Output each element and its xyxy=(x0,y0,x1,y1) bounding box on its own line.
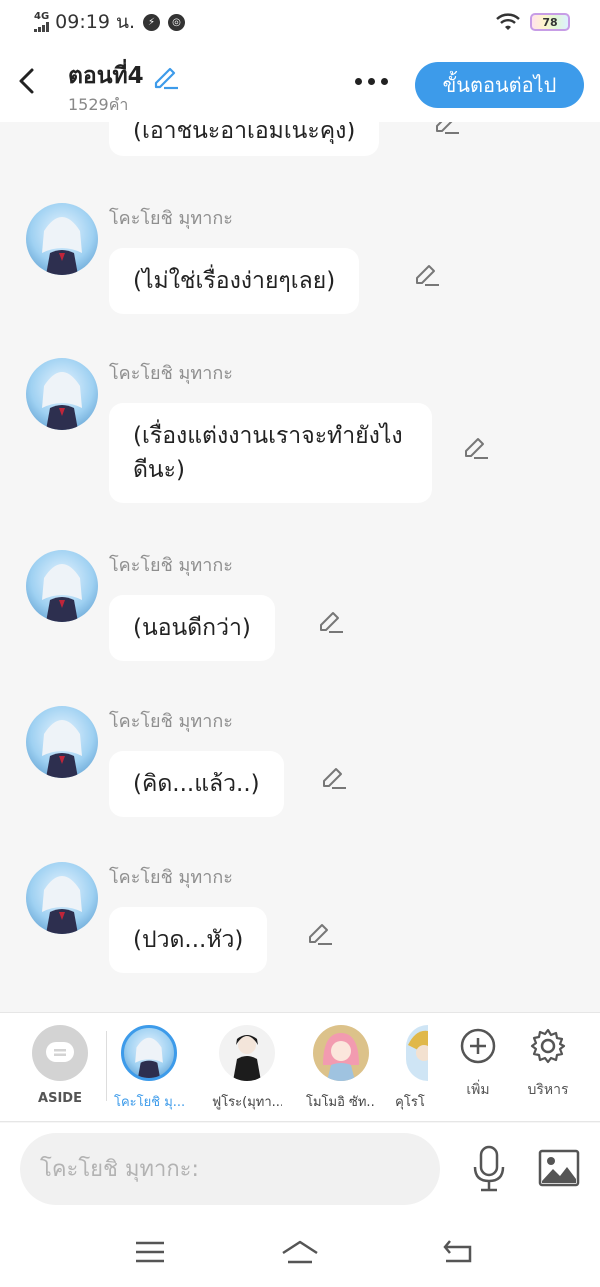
chrome-icon: ◎ xyxy=(168,13,185,31)
edit-message-icon[interactable] xyxy=(413,260,441,288)
signal-icon xyxy=(34,22,49,32)
character-label: โมโมอิ ซัท... xyxy=(306,1095,376,1110)
status-bar: 4G 09:19 น. ⚡ ◎ 78 xyxy=(0,0,600,44)
chat-list[interactable]: (เอาชนะอาเอมเนะคุง) โคะโยชิ มุทากะ (ไม่ใ… xyxy=(0,122,600,1012)
plus-circle-icon xyxy=(460,1028,496,1064)
back-nav-icon[interactable] xyxy=(440,1237,476,1267)
word-count: 1529คำ xyxy=(68,95,129,114)
message-bubble[interactable]: (เรื่องแต่งงานเราจะทำยังไงดีนะ) xyxy=(109,403,432,503)
speaker-name: โคะโยชิ มุทากะ xyxy=(109,867,233,888)
divider xyxy=(106,1031,107,1101)
character-aside[interactable]: ASIDE xyxy=(25,1025,95,1106)
character-avatar[interactable] xyxy=(26,203,98,275)
character-momoi[interactable]: โมโมอิ ซัท... xyxy=(306,1025,376,1112)
character-avatar xyxy=(406,1025,428,1081)
message-input[interactable] xyxy=(20,1133,440,1205)
edit-message-icon[interactable] xyxy=(317,607,345,635)
image-icon[interactable] xyxy=(538,1149,580,1187)
composer xyxy=(0,1123,600,1223)
battery-indicator: 78 xyxy=(530,13,570,31)
message-bubble[interactable]: (เอาชนะอาเอมเนะคุง) xyxy=(109,122,380,156)
add-label: เพิ่ม xyxy=(466,1082,490,1098)
edit-message-icon[interactable] xyxy=(306,919,334,947)
character-label: ASIDE xyxy=(38,1091,82,1106)
message-bubble[interactable]: (ไม่ใช่เรื่องง่ายๆเลย) xyxy=(109,248,360,314)
edit-title-icon[interactable] xyxy=(150,61,180,91)
clock: 09:19 น. xyxy=(55,11,135,33)
network-indicator: 4G xyxy=(34,12,49,32)
wifi-icon xyxy=(496,13,520,30)
gear-icon xyxy=(530,1028,566,1064)
speaker-name: โคะโยชิ มุทากะ xyxy=(109,208,233,229)
manage-characters-button[interactable]: บริหาร xyxy=(518,1027,578,1101)
message-bubble[interactable]: (นอนดีกว่า) xyxy=(109,595,275,661)
manage-label: บริหาร xyxy=(527,1082,569,1098)
message-bubble[interactable]: (ปวด...หัว) xyxy=(109,907,268,973)
character-selector[interactable]: ASIDE โคะโยชิ มุ... ฟูโระ(มุทา... โมโมอิ… xyxy=(0,1012,600,1122)
episode-title-text: ตอนที่4 xyxy=(68,63,144,89)
character-avatar xyxy=(313,1025,369,1081)
add-character-button[interactable]: เพิ่ม xyxy=(448,1027,508,1101)
back-arrow-icon[interactable] xyxy=(14,66,40,96)
next-step-button[interactable]: ขั้นตอนต่อไป xyxy=(415,62,584,108)
editor-header: ตอนที่4 1529คำ ขั้นตอนต่อไป xyxy=(0,44,600,122)
microphone-icon[interactable] xyxy=(470,1145,508,1193)
character-label: โคะโยชิ มุ... xyxy=(114,1095,184,1110)
character-koyoshi[interactable]: โคะโยชิ มุ... xyxy=(114,1025,184,1112)
edit-message-icon[interactable] xyxy=(462,433,490,461)
episode-title: ตอนที่4 xyxy=(68,58,180,94)
messenger-icon: ⚡ xyxy=(143,13,160,31)
character-furo[interactable]: ฟูโระ(มุทา... xyxy=(212,1025,282,1112)
more-options-icon[interactable] xyxy=(355,78,388,85)
character-avatar xyxy=(219,1025,275,1081)
speaker-name: โคะโยชิ มุทากะ xyxy=(109,555,233,576)
character-avatar[interactable] xyxy=(26,862,98,934)
character-avatar xyxy=(121,1025,177,1081)
network-type: 4G xyxy=(34,11,50,22)
speaker-name: โคะโยชิ มุทากะ xyxy=(109,363,233,384)
speaker-name: โคะโยชิ มุทากะ xyxy=(109,711,233,732)
character-label: ฟูโระ(มุทา... xyxy=(212,1095,282,1110)
character-kuro[interactable]: คุโรโ xyxy=(392,1025,428,1112)
message-bubble[interactable]: (คิด...แล้ว..) xyxy=(109,751,284,817)
edit-message-icon[interactable] xyxy=(433,122,461,136)
character-avatar[interactable] xyxy=(26,550,98,622)
menu-icon[interactable] xyxy=(132,1237,168,1267)
character-label: คุโรโ xyxy=(395,1095,425,1110)
home-icon[interactable] xyxy=(280,1237,320,1267)
edit-message-icon[interactable] xyxy=(320,763,348,791)
character-avatar[interactable] xyxy=(26,358,98,430)
aside-icon xyxy=(32,1025,88,1081)
system-nav-bar xyxy=(0,1223,600,1287)
character-avatar[interactable] xyxy=(26,706,98,778)
